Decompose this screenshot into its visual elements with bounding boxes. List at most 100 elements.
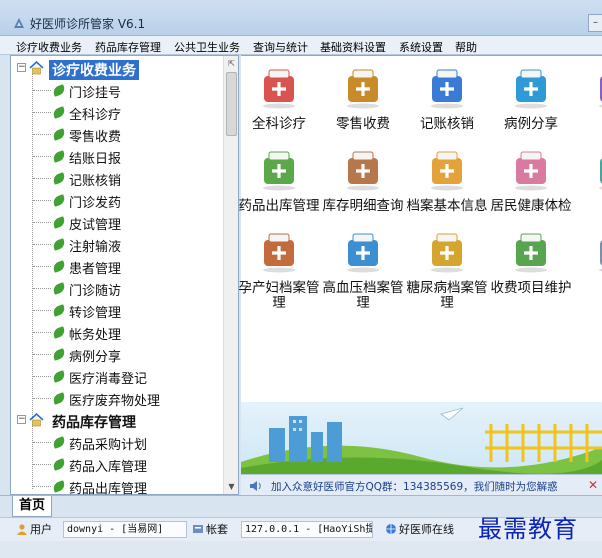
tree-scrollbar[interactable]: ⇱ ▼ xyxy=(223,56,238,494)
tab-home[interactable]: 首页 xyxy=(12,496,52,517)
tree-item-label[interactable]: 结账日报 xyxy=(69,148,121,167)
tree-category-label[interactable]: 诊疗收费业务 xyxy=(49,60,139,80)
tree-item-label[interactable]: 零售收费 xyxy=(69,126,121,145)
tile-fee-item[interactable]: 收费项目维护 xyxy=(489,228,573,296)
status-online-label[interactable]: 好医师在线 xyxy=(399,523,454,536)
leaf-icon xyxy=(51,304,67,317)
tree-item-label[interactable]: 病例分享 xyxy=(69,346,121,365)
tile-label[interactable]: 档案基本信息 xyxy=(405,199,489,214)
tree-item-label[interactable]: 皮试管理 xyxy=(69,214,121,233)
tree-item-label[interactable]: 帐务处理 xyxy=(69,324,121,343)
tree-connector xyxy=(33,222,51,223)
tree-item[interactable]: 门诊发药 xyxy=(11,190,221,212)
tile-money-bag[interactable]: 零售收费 xyxy=(321,64,405,132)
tree-item-label[interactable]: 医疗消毒登记 xyxy=(69,368,147,387)
tree-item[interactable]: 患者管理 xyxy=(11,256,221,278)
tree-connector xyxy=(33,398,51,399)
tile-label[interactable]: 儿童 xyxy=(573,199,602,214)
tree-item[interactable]: 全科诊疗 xyxy=(11,102,221,124)
tile-label[interactable]: 孕产妇档案管理 xyxy=(237,281,321,311)
expand-toggle-icon[interactable]: − xyxy=(17,63,26,72)
tile-hypertension-archive[interactable]: 高血压档案管理 xyxy=(321,228,405,311)
tile-diabetes-archive[interactable]: 糖尿病档案管理 xyxy=(405,228,489,311)
title-bar: 好医师诊所管家 V6.1 – xyxy=(0,0,602,36)
tree-connector xyxy=(33,354,51,355)
tile-ledger-chart[interactable]: 记账核销 xyxy=(405,64,489,132)
tile-child[interactable]: 儿童 xyxy=(573,146,602,214)
tile-stock-search[interactable]: 库存明细查询 xyxy=(321,146,405,214)
tile-medical-bag[interactable]: 全科诊疗 xyxy=(237,64,321,132)
status-account: 帐套 xyxy=(192,521,228,538)
tile-label[interactable]: 药品 xyxy=(573,281,602,296)
tile-label[interactable]: 糖尿病档案管理 xyxy=(405,281,489,311)
tile-medicine[interactable]: 药品 xyxy=(573,64,602,132)
tree-category-0[interactable]: − 诊疗收费业务 xyxy=(11,58,221,80)
tree-category-label[interactable]: 药品库存管理 xyxy=(49,412,139,432)
tree-item[interactable]: 皮试管理 xyxy=(11,212,221,234)
menu-item-query-stats[interactable]: 查询与统计 xyxy=(253,39,308,55)
tree-category-1[interactable]: − 药品库存管理 xyxy=(11,410,221,432)
tile-health-exam[interactable]: 居民健康体检 xyxy=(489,146,573,214)
function-tile-area: 全科诊疗零售收费记账核销病例分享药品药品出库管理库存明细查询档案基本信息居民健康… xyxy=(239,55,602,496)
tree-item-label[interactable]: 医疗废弃物处理 xyxy=(69,390,160,409)
tree-item-label[interactable]: 门诊随访 xyxy=(69,280,121,299)
menu-item-drug-inventory[interactable]: 药品库存管理 xyxy=(95,39,161,55)
tree-item-label[interactable]: 转诊管理 xyxy=(69,302,121,321)
tile-medicine-2[interactable]: 药品 xyxy=(573,228,602,296)
scroll-down-arrow-icon[interactable]: ▼ xyxy=(224,480,239,494)
decorative-banner xyxy=(241,402,602,474)
leaf-icon xyxy=(51,128,67,141)
menu-item-system-settings[interactable]: 系统设置 xyxy=(399,39,443,55)
tile-label[interactable]: 全科诊疗 xyxy=(237,117,321,132)
tree-item[interactable]: 帐务处理 xyxy=(11,322,221,344)
tile-label[interactable]: 药品 xyxy=(573,117,602,132)
tile-label[interactable]: 病例分享 xyxy=(489,117,573,132)
tree-item[interactable]: 记账核销 xyxy=(11,168,221,190)
tree-item-label[interactable]: 门诊挂号 xyxy=(69,82,121,101)
tile-label[interactable]: 库存明细查询 xyxy=(321,199,405,214)
tile-label[interactable]: 高血压档案管理 xyxy=(321,281,405,311)
notice-bar: 加入众意好医师官方QQ群：134385569，我们随时为您解惑 ✕ xyxy=(241,474,602,496)
leaf-icon xyxy=(51,260,67,273)
status-online[interactable]: 好医师在线 xyxy=(385,521,454,538)
expand-toggle-icon[interactable]: − xyxy=(17,415,26,424)
minimize-button[interactable]: – xyxy=(588,14,602,32)
tile-archive-profile[interactable]: 档案基本信息 xyxy=(405,146,489,214)
tree-item[interactable]: 药品入库管理 xyxy=(11,454,221,476)
menu-item-basic-data[interactable]: 基础资料设置 xyxy=(320,39,386,55)
tree-item-label[interactable]: 药品入库管理 xyxy=(69,456,147,475)
tree-item[interactable]: 医疗废弃物处理 xyxy=(11,388,221,410)
tree-item[interactable]: 零售收费 xyxy=(11,124,221,146)
tree-item[interactable]: 转诊管理 xyxy=(11,300,221,322)
home-icon xyxy=(29,413,44,427)
menu-item-help[interactable]: 帮助 xyxy=(455,39,477,55)
tile-label[interactable]: 收费项目维护 xyxy=(489,281,573,296)
tree-item-label[interactable]: 药品采购计划 xyxy=(69,434,147,453)
tree-item[interactable]: 注射输液 xyxy=(11,234,221,256)
money-bag-icon xyxy=(347,69,379,109)
leaf-icon xyxy=(51,326,67,339)
tile-label[interactable]: 零售收费 xyxy=(321,117,405,132)
tile-maternal-archive[interactable]: 孕产妇档案管理 xyxy=(237,228,321,311)
notice-close-icon[interactable]: ✕ xyxy=(588,478,598,492)
menu-item-public-health[interactable]: 公共卫生业务 xyxy=(174,39,240,55)
tree-item-label[interactable]: 患者管理 xyxy=(69,258,121,277)
tree-item[interactable]: 医疗消毒登记 xyxy=(11,366,221,388)
tree-item[interactable]: 门诊随访 xyxy=(11,278,221,300)
tree-item[interactable]: 结账日报 xyxy=(11,146,221,168)
tree-item[interactable]: 病例分享 xyxy=(11,344,221,366)
tree-item-label[interactable]: 记账核销 xyxy=(69,170,121,189)
tile-label[interactable]: 记账核销 xyxy=(405,117,489,132)
scrollbar-thumb[interactable] xyxy=(226,72,237,136)
tree-item[interactable]: 门诊挂号 xyxy=(11,80,221,102)
tree-item-label[interactable]: 注射输液 xyxy=(69,236,121,255)
tree-item[interactable]: 药品采购计划 xyxy=(11,432,221,454)
tile-label[interactable]: 药品出库管理 xyxy=(237,199,321,214)
tree-item-label[interactable]: 门诊发药 xyxy=(69,192,121,211)
tile-label[interactable]: 居民健康体检 xyxy=(489,199,573,214)
notice-text[interactable]: 加入众意好医师官方QQ群：134385569，我们随时为您解惑 xyxy=(271,479,558,494)
tile-share-card[interactable]: 病例分享 xyxy=(489,64,573,132)
tree-item-label[interactable]: 全科诊疗 xyxy=(69,104,121,123)
tile-medicine-out[interactable]: 药品出库管理 xyxy=(237,146,321,214)
menu-item-clinic-billing[interactable]: 诊疗收费业务 xyxy=(16,39,82,55)
